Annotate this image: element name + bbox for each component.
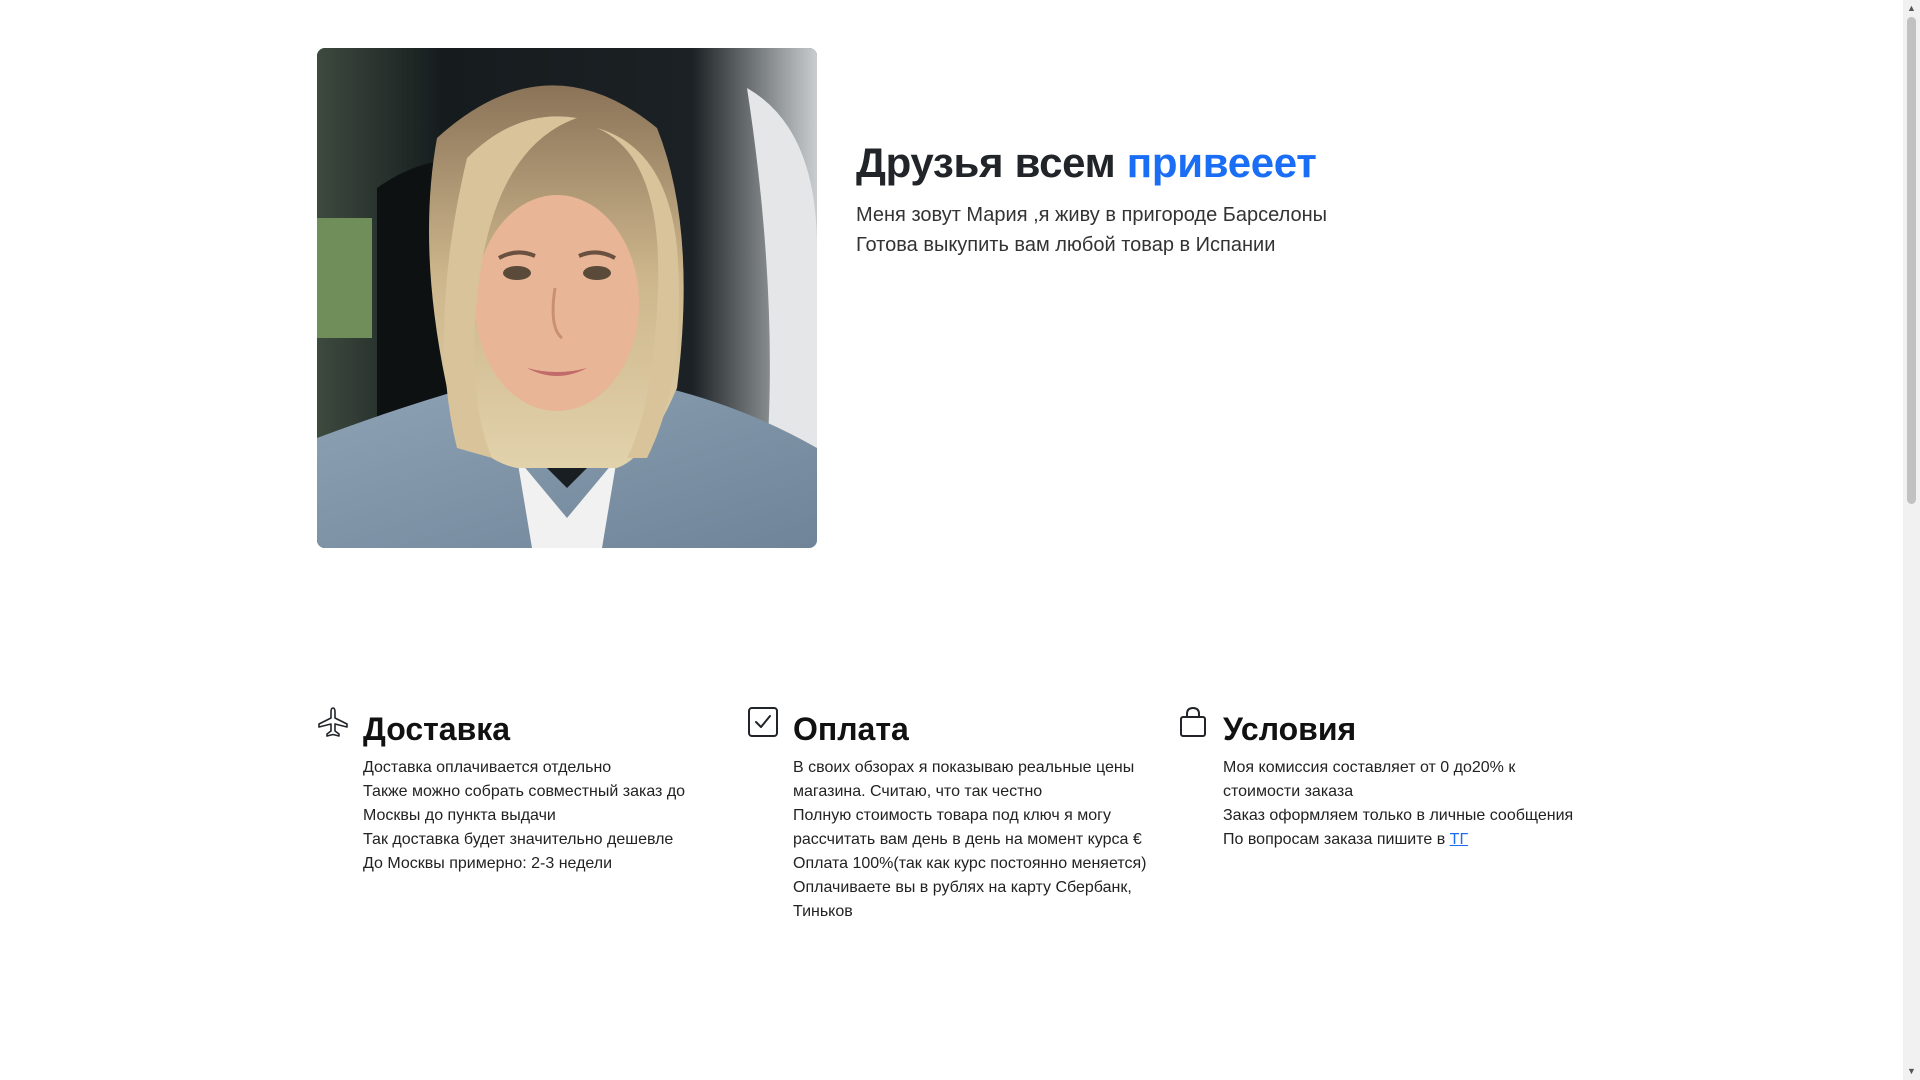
feature-payment-line: Оплата 100%(так как курс постоянно меняе…: [793, 855, 1147, 873]
scroll-up-arrow-icon[interactable]: ▲: [1903, 0, 1920, 17]
feature-payment-line: магазина. Считаю, что так честно: [793, 783, 1043, 801]
check-square-icon: [747, 706, 783, 742]
feature-payment-line: Тиньков: [793, 903, 853, 921]
shopping-bag-icon: [1177, 706, 1213, 742]
feature-delivery-line: Доставка оплачивается отдельно: [363, 759, 612, 777]
feature-conditions-body: Условия Моя комиссия составляет от 0 до2…: [1223, 706, 1583, 924]
telegram-link[interactable]: ТГ: [1450, 831, 1468, 848]
scroll-down-arrow-icon[interactable]: ▼: [1903, 1063, 1920, 1080]
feature-delivery-line: Так доставка будет значительно дешевле: [363, 831, 674, 849]
hero-title: Друзья всем привееет: [856, 138, 1556, 188]
feature-delivery-line: Также можно собрать совместный заказ до: [363, 783, 686, 801]
hero-title-accent: привееет: [1126, 139, 1317, 186]
scrollbar-thumb[interactable]: [1907, 17, 1916, 504]
feature-delivery: Доставка Доставка оплачивается отдельно …: [317, 706, 747, 924]
hero-intro-line: Меня зовут Мария ,я живу в пригороде Бар…: [856, 204, 1328, 227]
hero-title-main: Друзья всем: [856, 139, 1127, 186]
feature-conditions-title: Условия: [1223, 711, 1357, 747]
feature-conditions-line: Моя комиссия составляет от 0 до20% к: [1223, 759, 1516, 777]
feature-delivery-line: До Москвы примерно: 2-3 недели: [363, 855, 613, 873]
feature-delivery-body: Доставка Доставка оплачивается отдельно …: [363, 706, 723, 924]
hero-text: Друзья всем привееет Меня зовут Мария ,я…: [856, 138, 1556, 260]
feature-delivery-title: Доставка: [363, 711, 511, 747]
feature-payment-title: Оплата: [793, 711, 909, 747]
feature-conditions-contact-line: По вопросам заказа пишите в ТГ: [1223, 828, 1583, 852]
feature-payment-line: В своих обзорах я показываю реальные цен…: [793, 759, 1135, 777]
profile-photo: [317, 48, 817, 548]
vertical-scrollbar[interactable]: ▲ ▼: [1903, 0, 1920, 1080]
hero-offer-line: Готова выкупить вам любой товар в Испани…: [856, 234, 1276, 257]
features-section: Доставка Доставка оплачивается отдельно …: [317, 706, 1607, 924]
contact-prefix: По вопросам заказа пишите в: [1223, 831, 1450, 849]
feature-conditions: Условия Моя комиссия составляет от 0 до2…: [1177, 706, 1607, 924]
feature-payment-line: рассчитать вам день в день на момент кур…: [793, 831, 1142, 849]
feature-payment-body: Оплата В своих обзорах я показываю реаль…: [793, 706, 1153, 924]
feature-conditions-line: стоимости заказа: [1223, 783, 1354, 801]
feature-delivery-line: Москвы до пункта выдачи: [363, 807, 556, 825]
feature-payment: Оплата В своих обзорах я показываю реаль…: [747, 706, 1177, 924]
feature-payment-line: Оплачиваете вы в рублях на карту Сбербан…: [793, 879, 1132, 897]
airplane-icon: [317, 706, 353, 742]
feature-conditions-line: Заказ оформляем только в личные сообщени…: [1223, 807, 1574, 825]
page: Друзья всем привееет Меня зовут Мария ,я…: [0, 0, 1920, 1080]
feature-payment-line: Полную стоимость товара под ключ я могу: [793, 807, 1111, 825]
